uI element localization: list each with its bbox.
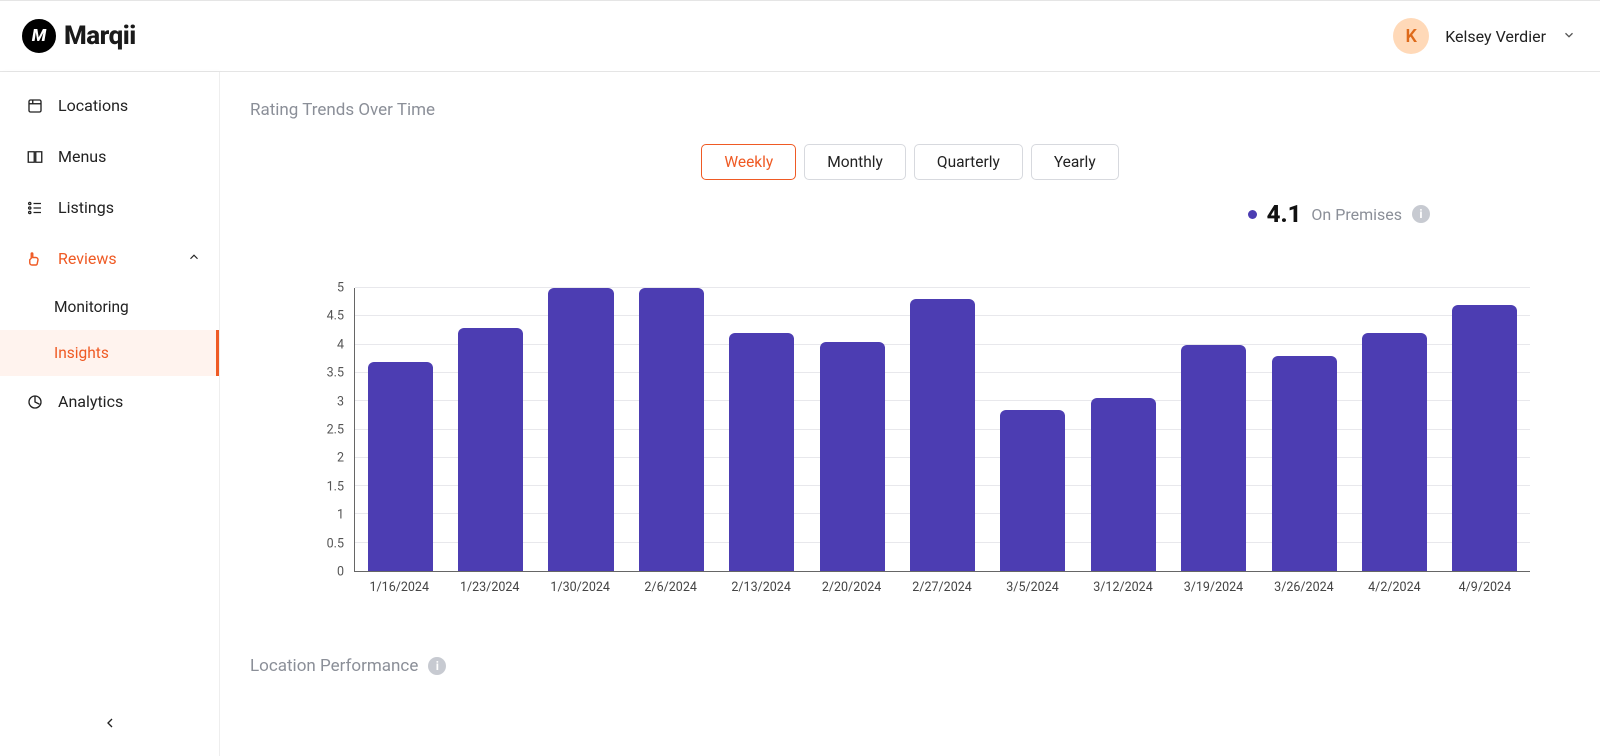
- bar-slot: [355, 288, 445, 571]
- chart-bar[interactable]: [1362, 333, 1427, 571]
- section-title-text: Location Performance: [250, 656, 418, 676]
- locations-icon: [26, 97, 44, 115]
- x-tick-label: 1/16/2024: [354, 572, 444, 608]
- y-tick-label: 5: [310, 281, 344, 296]
- bar-slot: [1078, 288, 1168, 571]
- bar-slot: [988, 288, 1078, 571]
- y-tick-label: 2: [310, 451, 344, 466]
- bar-slot: [536, 288, 626, 571]
- sidebar-item-reviews[interactable]: Reviews: [0, 233, 219, 284]
- x-tick-label: 4/9/2024: [1440, 572, 1530, 608]
- x-tick-label: 1/30/2024: [535, 572, 625, 608]
- chart-bar[interactable]: [1181, 345, 1246, 571]
- chart-bar[interactable]: [458, 328, 523, 571]
- brand-name: Marqii: [64, 21, 136, 51]
- sidebar-item-label: Reviews: [58, 249, 117, 268]
- y-tick-label: 3.5: [310, 366, 344, 381]
- sidebar-item-label: Listings: [58, 198, 114, 217]
- chart-legend: 4.1 On Premises i: [250, 200, 1570, 228]
- rating-trends-chart: 00.511.522.533.544.55 1/16/20241/23/2024…: [310, 288, 1530, 608]
- user-name: Kelsey Verdier: [1445, 27, 1546, 46]
- chevron-up-icon: [187, 249, 201, 268]
- tab-monthly[interactable]: Monthly: [804, 144, 906, 180]
- brand-mark-icon: M: [22, 19, 56, 53]
- sidebar-subitem-monitoring[interactable]: Monitoring: [0, 284, 219, 330]
- bar-slot: [1440, 288, 1530, 571]
- chart-bar[interactable]: [1000, 410, 1065, 571]
- app-header: M Marqii K Kelsey Verdier: [0, 0, 1600, 72]
- analytics-icon: [26, 393, 44, 411]
- menus-icon: [26, 148, 44, 166]
- x-tick-label: 2/27/2024: [897, 572, 987, 608]
- avatar: K: [1393, 18, 1429, 54]
- bar-slot: [717, 288, 807, 571]
- chevron-down-icon: [1562, 27, 1576, 46]
- x-tick-label: 3/19/2024: [1168, 572, 1258, 608]
- x-tick-label: 4/2/2024: [1349, 572, 1439, 608]
- range-tab-group: Weekly Monthly Quarterly Yearly: [250, 144, 1570, 180]
- y-tick-label: 4: [310, 337, 344, 352]
- x-tick-label: 2/13/2024: [716, 572, 806, 608]
- chart-bar[interactable]: [1452, 305, 1517, 571]
- y-tick-label: 1: [310, 508, 344, 523]
- bar-slot: [897, 288, 987, 571]
- brand-logo[interactable]: M Marqii: [22, 19, 136, 53]
- y-tick-label: 4.5: [310, 309, 344, 324]
- sidebar-item-analytics[interactable]: Analytics: [0, 376, 219, 427]
- tab-quarterly[interactable]: Quarterly: [914, 144, 1023, 180]
- y-tick-label: 3: [310, 394, 344, 409]
- bar-slot: [1259, 288, 1349, 571]
- y-tick-label: 0: [310, 565, 344, 580]
- info-icon[interactable]: i: [428, 657, 446, 675]
- bar-slot: [1169, 288, 1259, 571]
- sidebar-item-label: Monitoring: [54, 298, 129, 316]
- legend-value: 4.1: [1267, 200, 1302, 228]
- user-menu[interactable]: K Kelsey Verdier: [1393, 18, 1576, 54]
- sidebar-item-label: Insights: [54, 344, 109, 362]
- bar-slot: [807, 288, 897, 571]
- chart-bar[interactable]: [639, 288, 704, 571]
- x-tick-label: 2/20/2024: [806, 572, 896, 608]
- chart-bar[interactable]: [820, 342, 885, 571]
- sidebar: Locations Menus Listings Revie: [0, 72, 220, 756]
- legend-dot-icon: [1248, 210, 1257, 219]
- chart-bar[interactable]: [1272, 356, 1337, 571]
- bar-slot: [445, 288, 535, 571]
- tab-weekly[interactable]: Weekly: [701, 144, 796, 180]
- info-icon[interactable]: i: [1412, 205, 1430, 223]
- sidebar-item-listings[interactable]: Listings: [0, 182, 219, 233]
- section-title-rating-trends: Rating Trends Over Time: [250, 100, 1570, 120]
- bar-slot: [626, 288, 716, 571]
- chart-bar[interactable]: [1091, 398, 1156, 571]
- y-tick-label: 0.5: [310, 536, 344, 551]
- main-content: Rating Trends Over Time Weekly Monthly Q…: [220, 72, 1600, 756]
- sidebar-item-label: Menus: [58, 147, 106, 166]
- bar-slot: [1349, 288, 1439, 571]
- sidebar-item-locations[interactable]: Locations: [0, 80, 219, 131]
- x-tick-label: 1/23/2024: [444, 572, 534, 608]
- y-tick-label: 2.5: [310, 423, 344, 438]
- x-tick-label: 3/12/2024: [1078, 572, 1168, 608]
- x-tick-label: 2/6/2024: [625, 572, 715, 608]
- x-tick-label: 3/26/2024: [1259, 572, 1349, 608]
- chevron-left-icon: [102, 715, 118, 736]
- chart-bar[interactable]: [368, 362, 433, 571]
- listings-icon: [26, 199, 44, 217]
- sidebar-item-label: Analytics: [58, 392, 123, 411]
- y-tick-label: 1.5: [310, 479, 344, 494]
- section-title-location-performance: Location Performance i: [250, 656, 1570, 676]
- tab-yearly[interactable]: Yearly: [1031, 144, 1119, 180]
- sidebar-subitem-insights[interactable]: Insights: [0, 330, 219, 376]
- chart-bar[interactable]: [910, 299, 975, 571]
- legend-label: On Premises: [1311, 205, 1402, 224]
- sidebar-collapse-button[interactable]: [0, 697, 219, 756]
- chart-bar[interactable]: [548, 288, 613, 571]
- reviews-icon: [26, 250, 44, 268]
- sidebar-item-label: Locations: [58, 96, 128, 115]
- x-tick-label: 3/5/2024: [987, 572, 1077, 608]
- chart-bar[interactable]: [729, 333, 794, 571]
- sidebar-item-menus[interactable]: Menus: [0, 131, 219, 182]
